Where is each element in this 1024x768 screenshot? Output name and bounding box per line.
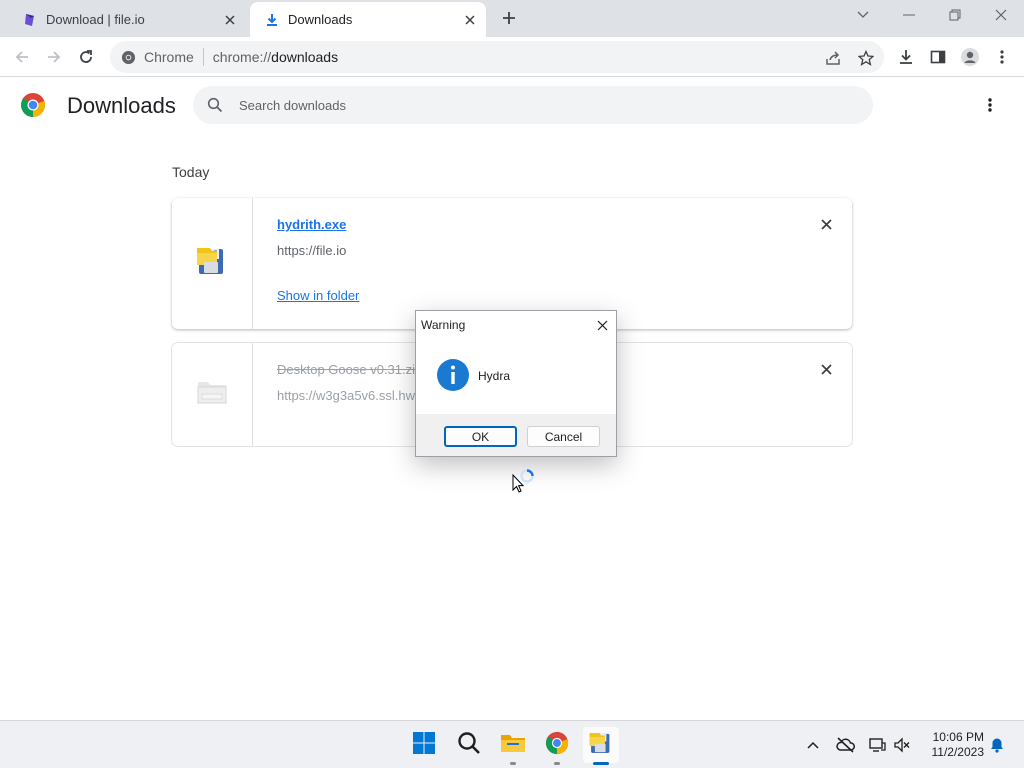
restore-button[interactable] — [940, 4, 970, 26]
download-file-name: Desktop Goose v0.31.zip — [277, 362, 423, 377]
remove-download-icon[interactable] — [816, 359, 836, 379]
volume-muted-icon[interactable] — [890, 733, 914, 757]
network-icon[interactable] — [865, 733, 889, 757]
zip-file-icon — [197, 379, 227, 410]
dialog-button-bar: OK Cancel — [416, 414, 616, 456]
taskbar-hydrith-app[interactable] — [583, 727, 619, 765]
remove-download-icon[interactable] — [816, 214, 836, 234]
dialog-message: Hydra — [478, 369, 511, 383]
tab-title: Download | file.io — [46, 12, 145, 27]
taskbar-file-explorer[interactable] — [495, 727, 531, 765]
show-hidden-icons-chevron-icon[interactable] — [801, 733, 825, 757]
download-source-url[interactable]: https://file.io — [277, 243, 346, 258]
cancel-button[interactable]: Cancel — [527, 426, 600, 447]
file-icon-column — [172, 198, 253, 329]
dialog-title: Warning — [421, 318, 466, 332]
address-bar[interactable]: Chrome chrome:// downloads — [110, 41, 884, 73]
downloads-more-actions-icon[interactable] — [978, 93, 1002, 117]
folder-icon — [500, 732, 526, 759]
windows-logo-icon — [412, 731, 436, 760]
bookmark-star-icon[interactable] — [853, 45, 879, 71]
reload-button[interactable] — [72, 43, 100, 71]
system-clock[interactable]: 10:06 PM 11/2/2023 — [916, 730, 985, 760]
new-tab-button[interactable] — [498, 7, 520, 29]
tab-close-icon[interactable] — [220, 10, 240, 30]
tab-downloads[interactable]: Downloads — [250, 2, 486, 37]
chrome-menu-icon[interactable] — [988, 43, 1016, 71]
exe-app-icon — [588, 730, 614, 761]
active-indicator — [593, 762, 609, 765]
tab-strip: Download | file.io Downloads — [0, 0, 1024, 37]
downloads-header: Downloads — [0, 77, 1024, 135]
file-io-favicon-icon — [22, 12, 38, 28]
taskbar-search-button[interactable] — [451, 727, 487, 763]
download-file-name[interactable]: hydrith.exe — [277, 217, 346, 232]
screen: Download | file.io Downloads Chrome chro… — [0, 0, 1024, 768]
taskbar: 10:06 PM 11/2/2023 — [0, 720, 1024, 768]
notification-bell-icon[interactable] — [985, 733, 1009, 757]
exe-file-icon — [195, 244, 229, 283]
close-window-button[interactable] — [986, 4, 1016, 26]
download-favicon-icon — [264, 12, 280, 28]
minimize-button[interactable] — [894, 4, 924, 26]
search-box[interactable] — [193, 86, 873, 124]
taskbar-chrome[interactable] — [539, 727, 575, 765]
show-in-folder-link[interactable]: Show in folder — [277, 288, 359, 303]
download-source-url[interactable]: https://w3g3a5v6.ssl.hw — [277, 388, 415, 403]
ok-button[interactable]: OK — [444, 426, 517, 447]
running-indicator — [510, 762, 516, 765]
tab-title: Downloads — [288, 12, 353, 27]
date-section-label: Today — [172, 164, 210, 180]
back-button[interactable] — [8, 43, 36, 71]
tab-file-io[interactable]: Download | file.io — [8, 2, 246, 37]
clock-date: 11/2/2023 — [931, 745, 985, 759]
chrome-logo-icon — [20, 92, 46, 118]
omnibox-divider — [202, 48, 204, 66]
chrome-icon — [120, 49, 136, 65]
forward-button[interactable] — [40, 43, 68, 71]
start-button[interactable] — [406, 727, 442, 763]
page-title: Downloads — [67, 93, 176, 118]
search-icon — [457, 731, 481, 760]
url-path: downloads — [271, 49, 339, 65]
dialog-close-icon[interactable] — [591, 314, 613, 336]
tab-close-icon[interactable] — [460, 10, 480, 30]
clock-time: 10:06 PM — [932, 730, 984, 744]
toolbar: Chrome chrome:// downloads — [0, 37, 1024, 77]
search-icon — [205, 95, 225, 115]
downloads-toolbar-icon[interactable] — [892, 43, 920, 71]
chrome-icon — [545, 731, 569, 760]
file-icon-column — [172, 343, 253, 446]
side-panel-icon[interactable] — [924, 43, 952, 71]
busy-cursor-icon — [511, 469, 539, 497]
url-scheme: chrome:// — [212, 49, 272, 65]
onedrive-offline-icon[interactable] — [833, 733, 857, 757]
tab-search-chevron-icon[interactable] — [848, 4, 878, 26]
profile-avatar-icon[interactable] — [956, 43, 984, 71]
info-icon — [437, 359, 469, 391]
running-indicator — [554, 762, 560, 765]
share-icon[interactable] — [820, 45, 846, 71]
warning-dialog: Warning Hydra OK Cancel — [415, 310, 617, 457]
site-chip: Chrome — [144, 49, 194, 65]
search-input[interactable] — [239, 97, 799, 113]
